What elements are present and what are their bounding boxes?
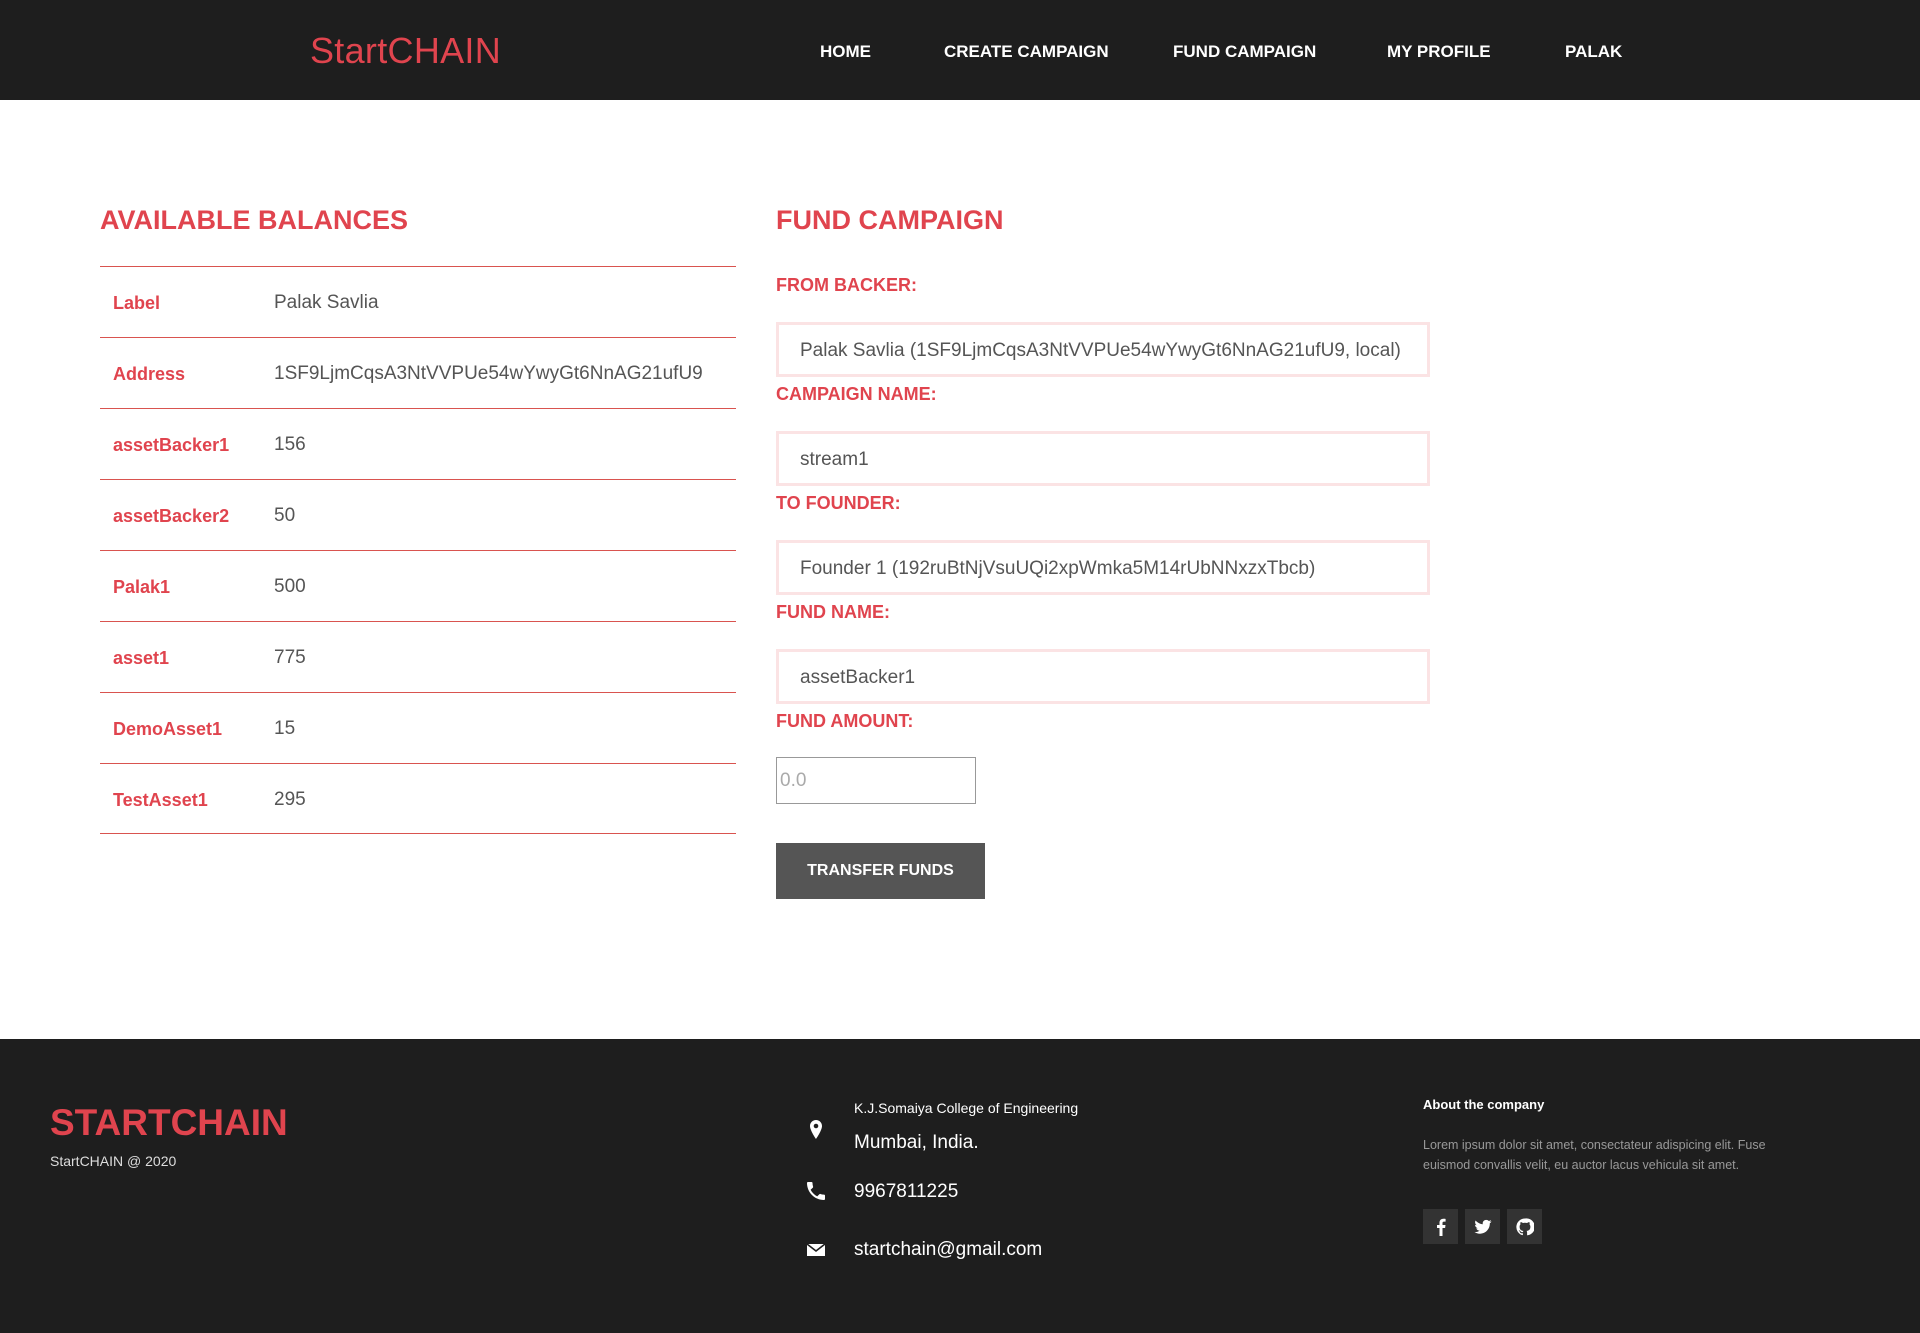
fund-name-label: FUND NAME: [776,602,890,622]
about-company-text: Lorem ipsum dolor sit amet, consectateur… [1423,1138,1766,1172]
footer: STARTCHAIN StartCHAIN @ 2020 K.J.Somaiya… [0,1039,1920,1333]
envelope-icon [806,1243,826,1256]
row-value: 15 [274,718,296,739]
twitter-icon [1474,1219,1491,1234]
from-backer-value: Palak Savlia (1SF9LjmCqsA3NtVVPUe54wYwyG… [800,340,1401,361]
footer-college: K.J.Somaiya College of Engineering [854,1100,1079,1116]
row-value: 295 [274,789,306,810]
footer-city: Mumbai, India. [854,1132,979,1153]
row-label: Address [113,364,186,384]
row-value: 500 [274,576,306,597]
to-founder-field[interactable]: Founder 1 (192ruBtNjVsuUQi2xpWmka5M14rUb… [776,540,1430,595]
from-backer-label: FROM BACKER: [776,275,917,295]
row-label: asset1 [113,648,170,668]
nav-my-profile[interactable]: MY PROFILE [1387,42,1491,62]
nav-home[interactable]: HOME [820,42,871,62]
table-row: TestAsset1 295 [100,763,736,834]
nav-create-campaign[interactable]: CREATE CAMPAIGN [944,42,1109,62]
table-row: Address 1SF9LjmCqsA3NtVVPUe54wYwyGt6NnAG… [100,337,736,408]
campaign-name-value: stream1 [800,449,869,470]
transfer-funds-button[interactable]: TRANSFER FUNDS [776,843,985,899]
fund-name-field[interactable]: assetBacker1 [776,649,1430,704]
campaign-name-field[interactable]: stream1 [776,431,1430,486]
row-value: 50 [274,505,296,526]
footer-phone[interactable]: 9967811225 [854,1181,958,1203]
row-label: assetBacker1 [113,435,230,455]
table-row: DemoAsset1 15 [100,692,736,763]
footer-copyright: StartCHAIN @ 2020 [50,1153,177,1169]
row-label: Label [113,293,161,313]
table-row: Label Palak Savlia [100,266,736,337]
row-label: DemoAsset1 [113,719,223,739]
balances-title: AVAILABLE BALANCES [100,205,408,235]
row-value: 775 [274,647,306,668]
table-row: assetBacker1 156 [100,408,736,479]
footer-brand: STARTCHAIN [50,1102,288,1143]
phone-icon [807,1182,825,1200]
github-button[interactable] [1507,1209,1542,1244]
facebook-button[interactable] [1423,1209,1458,1244]
balances-table: Label Palak Savlia Address 1SF9LjmCqsA3N… [100,266,736,834]
fund-name-value: assetBacker1 [800,667,916,688]
fund-amount-label: FUND AMOUNT: [776,711,914,731]
row-value: 156 [274,434,306,455]
row-label: Palak1 [113,577,171,597]
facebook-icon [1436,1218,1446,1236]
row-label: TestAsset1 [113,790,208,810]
table-row: Palak1 500 [100,550,736,621]
row-value: 1SF9LjmCqsA3NtVVPUe54wYwyGt6NnAG21ufU9 [274,363,703,384]
table-row: assetBacker2 50 [100,479,736,550]
about-company-title: About the company [1423,1097,1545,1112]
fund-campaign-title: FUND CAMPAIGN [776,205,1004,235]
to-founder-value: Founder 1 (192ruBtNjVsuUQi2xpWmka5M14rUb… [800,558,1316,579]
map-marker-icon [810,1120,822,1139]
twitter-button[interactable] [1465,1209,1500,1244]
row-value: Palak Savlia [274,292,379,313]
from-backer-field[interactable]: Palak Savlia (1SF9LjmCqsA3NtVVPUe54wYwyG… [776,322,1430,377]
top-navbar: StartCHAIN HOME CREATE CAMPAIGN FUND CAM… [0,0,1920,100]
to-founder-label: TO FOUNDER: [776,493,901,513]
nav-user-palak[interactable]: PALAK [1565,42,1622,62]
row-label: assetBacker2 [113,506,230,526]
footer-email[interactable]: startchain@gmail.com [854,1239,1042,1261]
github-icon [1515,1217,1534,1235]
fund-amount-input[interactable] [776,757,976,804]
campaign-name-label: CAMPAIGN NAME: [776,384,937,404]
main-nav: HOME CREATE CAMPAIGN FUND CAMPAIGN MY PR… [0,42,1920,62]
table-row: asset1 775 [100,621,736,692]
nav-fund-campaign[interactable]: FUND CAMPAIGN [1173,42,1316,62]
